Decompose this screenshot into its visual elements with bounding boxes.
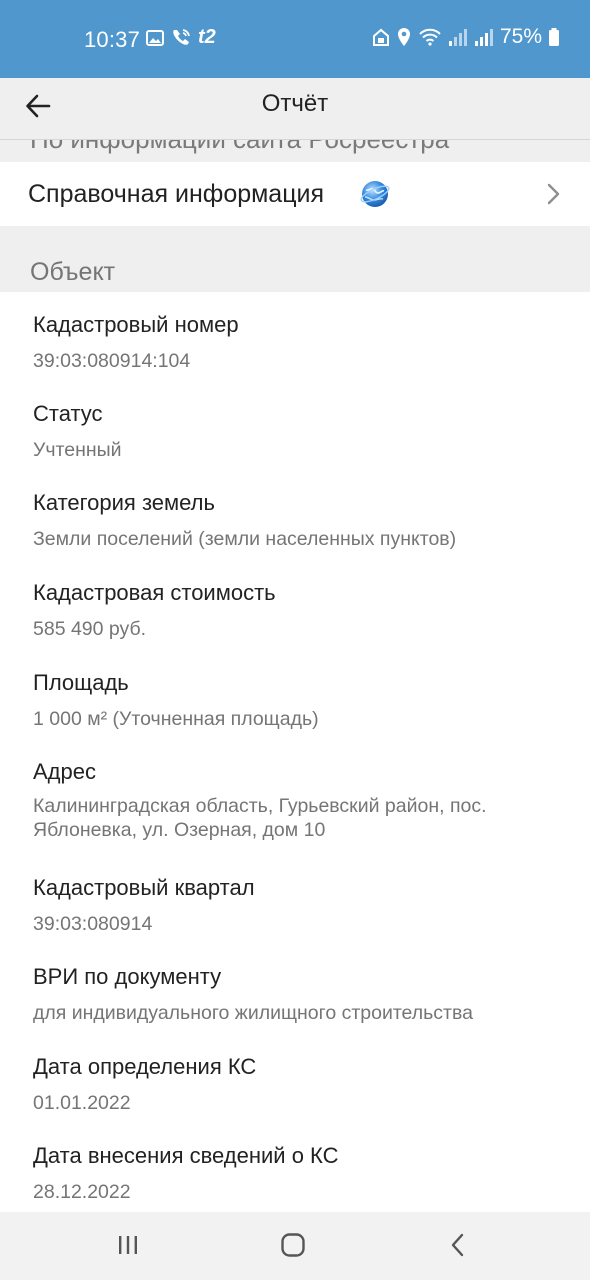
status-left-icons: t2	[146, 26, 216, 49]
lock-home-icon	[372, 27, 390, 47]
signal-icon	[448, 27, 468, 47]
field-value: Земли поселений (земли населенных пункто…	[33, 528, 457, 550]
home-icon	[280, 1232, 306, 1263]
field-status: Статус Учтенный	[33, 401, 122, 462]
field-value: 39:03:080914:104	[33, 350, 191, 372]
field-cadastral-number: Кадастровый номер 39:03:080914:104	[33, 312, 239, 373]
field-label: Кадастровый квартал	[33, 875, 255, 900]
reference-info-row[interactable]: Справочная информация	[0, 162, 590, 226]
chevron-right-icon	[546, 182, 562, 211]
status-bar: 10:37 t2 75%	[0, 0, 590, 78]
object-details-panel: Кадастровый номер 39:03:080914:104 Стату…	[0, 292, 590, 1212]
recent-apps-icon	[116, 1233, 140, 1262]
status-time: 10:37	[84, 27, 141, 52]
field-label: Адрес	[33, 759, 96, 784]
carrier-icon: t2	[198, 26, 216, 48]
home-button[interactable]	[273, 1232, 313, 1262]
reference-info-label: Справочная информация	[28, 180, 325, 208]
field-value-line: Калининградская область, Гурьевский райо…	[33, 795, 487, 817]
location-icon	[396, 27, 412, 47]
field-label: Дата внесения сведений о КС	[33, 1143, 339, 1168]
globe-icon	[360, 179, 390, 214]
field-value: 01.01.2022	[33, 1092, 131, 1114]
system-back-button[interactable]	[438, 1232, 478, 1262]
battery-icon	[548, 27, 560, 47]
gallery-icon	[146, 29, 164, 47]
page-title: Отчёт	[261, 90, 329, 117]
field-value: Калининградская область, Гурьевский райо…	[33, 794, 487, 842]
field-label: Площадь	[33, 670, 129, 695]
field-entry-date: Дата внесения сведений о КС 28.12.2022	[33, 1143, 339, 1204]
status-right-icons: 75%	[372, 25, 560, 49]
field-value-line: Яблоневка, ул. Озерная, дом 10	[33, 819, 326, 841]
section-title-object: Объект	[30, 258, 116, 286]
field-value: 1 000 м² (Уточненная площадь)	[33, 708, 319, 730]
field-value: 28.12.2022	[33, 1181, 131, 1203]
report-content[interactable]: По информации сайта Росреестра Справочна…	[0, 140, 590, 1212]
field-cadastral-quarter: Кадастровый квартал 39:03:080914	[33, 875, 255, 936]
field-value: Учтенный	[33, 439, 122, 461]
field-land-category: Категория земель Земли поселений (земли …	[33, 490, 456, 551]
recent-apps-button[interactable]	[108, 1232, 148, 1262]
back-icon	[448, 1232, 468, 1263]
wifi-icon	[418, 27, 442, 47]
field-value: 39:03:080914	[33, 913, 153, 935]
signal-icon	[474, 27, 494, 47]
battery-percent: 75%	[499, 25, 542, 48]
field-cadastral-value: Кадастровая стоимость 585 490 руб.	[33, 580, 276, 641]
field-label: Дата определения КС	[33, 1054, 257, 1079]
app-bar: Отчёт	[0, 78, 590, 140]
field-label: Кадастровая стоимость	[33, 580, 276, 605]
section-header-rosreestr: По информации сайта Росреестра	[30, 140, 449, 155]
field-label: Кадастровый номер	[33, 312, 239, 337]
field-label: ВРИ по документу	[33, 964, 222, 989]
field-valuation-date: Дата определения КС 01.01.2022	[33, 1054, 256, 1115]
system-nav-bar	[0, 1212, 590, 1280]
wifi-call-icon	[170, 27, 192, 49]
field-value: 585 490 руб.	[33, 618, 147, 640]
field-address: Адрес Калининградская область, Гурьевски…	[33, 759, 487, 842]
field-area: Площадь 1 000 м² (Уточненная площадь)	[33, 670, 319, 731]
field-label: Статус	[33, 401, 103, 426]
field-value: для индивидуального жилищного строительс…	[33, 1002, 473, 1024]
field-label: Категория земель	[33, 490, 215, 515]
field-permitted-use: ВРИ по документу для индивидуального жил…	[33, 964, 473, 1025]
